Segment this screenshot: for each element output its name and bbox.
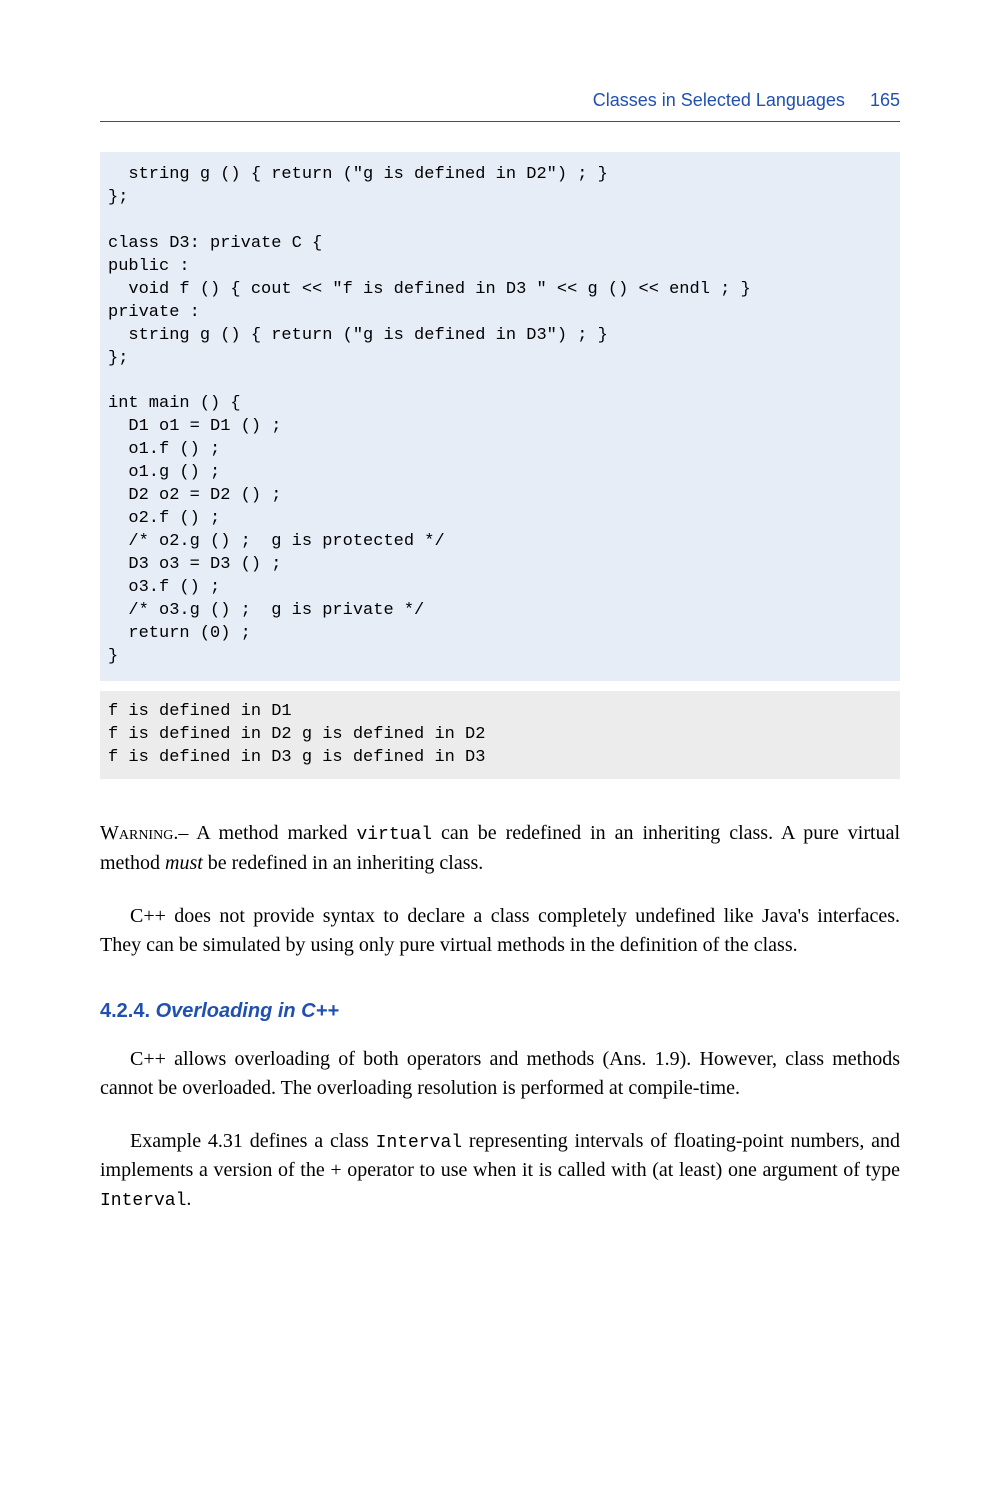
header-title: Classes in Selected Languages <box>593 90 845 110</box>
code-listing-1: string g () { return ("g is defined in D… <box>100 152 900 681</box>
code-line: D2 o2 = D2 () ; <box>100 485 900 508</box>
code-line: D3 o3 = D3 () ; <box>100 554 900 577</box>
code-line: /* o3.g () ; g is private */ <box>100 600 900 623</box>
keyword-interval-2: Interval <box>100 1191 186 1211</box>
paragraph-interfaces: C++ does not provide syntax to declare a… <box>100 902 900 960</box>
code-line: f is defined in D3 g is defined in D3 <box>100 747 900 770</box>
code-line: o1.g () ; <box>100 462 900 485</box>
warning-text-1: .– A method marked <box>173 822 356 844</box>
warning-must: must <box>165 852 203 874</box>
paragraph-overloading-1: C++ allows overloading of both operators… <box>100 1045 900 1103</box>
page: Classes in Selected Languages 165 string… <box>0 0 1000 1500</box>
code-line: }; <box>100 187 900 210</box>
para4-text-1: Example 4.31 defines a class <box>130 1130 376 1152</box>
para4-text-3: . <box>186 1188 191 1210</box>
code-line: return (0) ; <box>100 623 900 646</box>
code-line: int main () { <box>100 393 900 416</box>
page-header: Classes in Selected Languages 165 <box>100 90 900 122</box>
section-number: 4.2.4. <box>100 1000 150 1022</box>
code-line: o2.f () ; <box>100 508 900 531</box>
code-line <box>100 370 900 393</box>
code-line: o1.f () ; <box>100 439 900 462</box>
section-title: Overloading in C++ <box>156 1000 339 1022</box>
code-line: }; <box>100 348 900 371</box>
keyword-virtual: virtual <box>356 825 432 845</box>
code-line: void f () { cout << "f is defined in D3 … <box>100 279 900 302</box>
warning-label: Warning <box>100 822 173 844</box>
code-line: o3.f () ; <box>100 577 900 600</box>
code-line: f is defined in D1 <box>100 701 900 724</box>
code-line: string g () { return ("g is defined in D… <box>100 325 900 348</box>
output-listing-1: f is defined in D1f is defined in D2 g i… <box>100 691 900 780</box>
keyword-interval-1: Interval <box>376 1133 462 1153</box>
section-heading-4-2-4: 4.2.4. Overloading in C++ <box>100 1000 900 1023</box>
warning-paragraph: Warning.– A method marked virtual can be… <box>100 819 900 877</box>
code-line: } <box>100 646 900 669</box>
code-line <box>100 210 900 233</box>
code-line: D1 o1 = D1 () ; <box>100 416 900 439</box>
code-line: public : <box>100 256 900 279</box>
paragraph-overloading-2: Example 4.31 defines a class Interval re… <box>100 1127 900 1214</box>
code-line: private : <box>100 302 900 325</box>
code-line: string g () { return ("g is defined in D… <box>100 164 900 187</box>
code-line: f is defined in D2 g is defined in D2 <box>100 724 900 747</box>
code-line: class D3: private C { <box>100 233 900 256</box>
warning-text-3: be redefined in an inheriting class. <box>203 852 483 874</box>
code-line: /* o2.g () ; g is protected */ <box>100 531 900 554</box>
page-number: 165 <box>870 90 900 110</box>
